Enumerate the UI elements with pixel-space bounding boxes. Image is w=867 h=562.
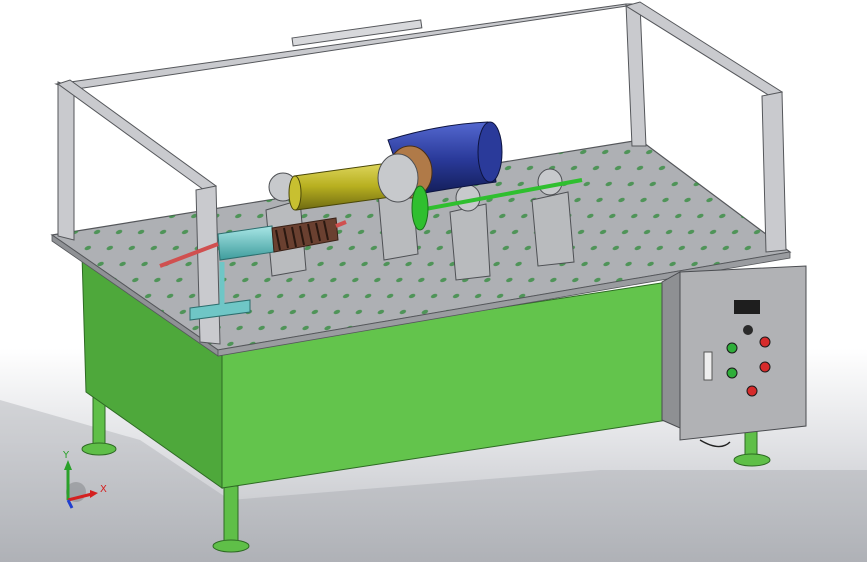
triad-y-label: Y	[62, 450, 70, 461]
assembly-view: Y X	[0, 1, 867, 562]
control-display	[734, 300, 760, 314]
indicator-light-1[interactable]	[726, 342, 738, 354]
triad-x-label: X	[100, 484, 107, 495]
indicator-light-2[interactable]	[759, 336, 771, 348]
cad-viewport[interactable]: Y X	[0, 0, 867, 562]
indicator-light-5[interactable]	[746, 385, 758, 397]
indicator-light-4[interactable]	[759, 361, 771, 373]
control-box	[661, 265, 807, 448]
indicator-light-3[interactable]	[726, 367, 738, 379]
